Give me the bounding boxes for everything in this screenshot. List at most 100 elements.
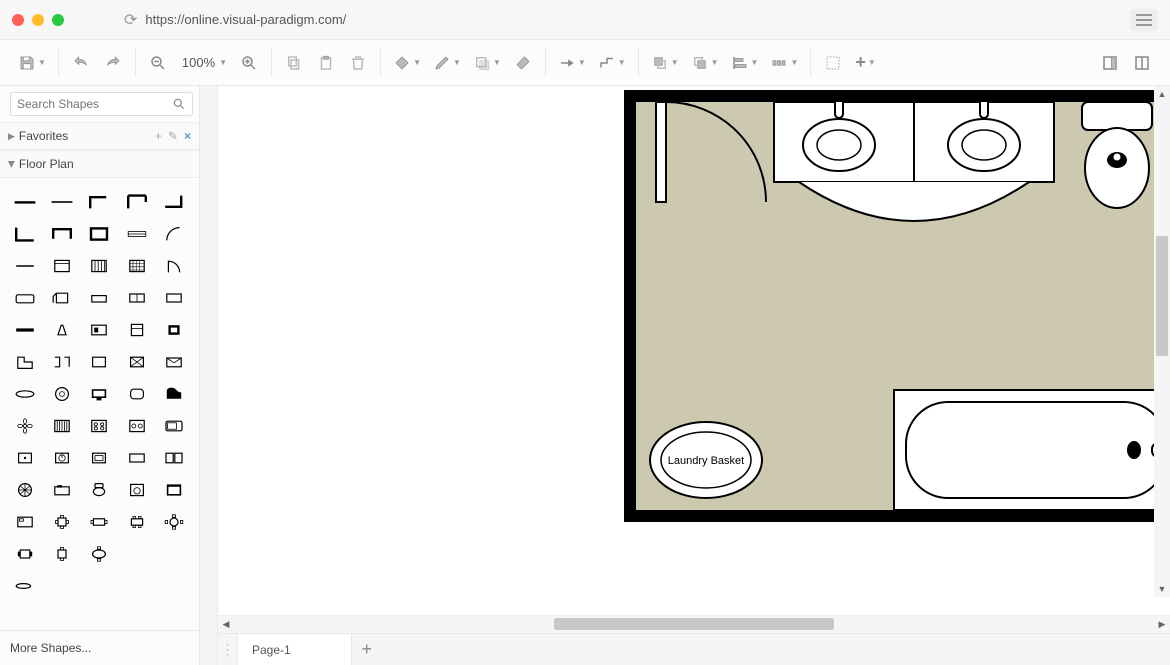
tabs-drag-handle[interactable]: ⋮ (218, 634, 238, 665)
shape-fan[interactable] (6, 474, 43, 506)
shape-bracket[interactable] (43, 346, 80, 378)
scroll-right-arrow[interactable]: ▶ (1154, 616, 1170, 633)
outline-panel-collapsed[interactable] (200, 86, 218, 665)
close-window-button[interactable] (12, 14, 24, 26)
line-color-button[interactable]: ▼ (429, 49, 465, 77)
delete-button[interactable] (344, 49, 372, 77)
shape-line[interactable] (6, 250, 43, 282)
vertical-scroll-thumb[interactable] (1156, 236, 1168, 356)
zoom-level-dropdown[interactable]: 100% ▼ (176, 49, 231, 77)
shape-oval-table[interactable] (81, 538, 118, 570)
shape-double[interactable] (156, 442, 193, 474)
scroll-down-arrow[interactable]: ▼ (1154, 581, 1170, 597)
search-shapes-field[interactable] (10, 92, 193, 116)
shape-extra2[interactable] (156, 538, 193, 570)
more-shapes-button[interactable]: More Shapes... (0, 630, 199, 665)
shape-monitor[interactable] (81, 378, 118, 410)
copy-button[interactable] (280, 49, 308, 77)
minimize-window-button[interactable] (32, 14, 44, 26)
shape-round-table[interactable] (43, 506, 80, 538)
shape-counter[interactable] (6, 314, 43, 346)
add-shape-button[interactable]: +▼ (851, 49, 879, 77)
shape-tv[interactable] (156, 282, 193, 314)
shape-cooktop[interactable] (81, 410, 118, 442)
waypoint-button[interactable]: ▼ (594, 49, 630, 77)
shape-x-box[interactable] (118, 346, 155, 378)
distribute-button[interactable]: ▼ (766, 49, 802, 77)
maximize-window-button[interactable] (52, 14, 64, 26)
shape-inset[interactable] (81, 442, 118, 474)
shape-target[interactable] (43, 378, 80, 410)
format-panel-toggle[interactable] (1096, 49, 1124, 77)
shape-panel[interactable] (43, 250, 80, 282)
vertical-scrollbar[interactable]: ▲ ▼ (1154, 86, 1170, 597)
close-favorites-button[interactable]: × (184, 129, 191, 143)
refresh-icon[interactable]: ⟳ (124, 10, 137, 30)
shape-chair[interactable] (43, 282, 80, 314)
horizontal-scroll-thumb[interactable] (554, 618, 834, 630)
shape-hex-table[interactable] (6, 538, 43, 570)
browser-menu-icon[interactable] (1130, 9, 1158, 31)
shape-wall-h-thin[interactable] (43, 186, 80, 218)
shape-oval[interactable] (6, 378, 43, 410)
shape-piano[interactable] (156, 378, 193, 410)
shape-corner-tl[interactable] (81, 186, 118, 218)
shape-desk-l[interactable] (6, 346, 43, 378)
shape-dials[interactable] (118, 410, 155, 442)
shape-lamp[interactable] (43, 314, 80, 346)
align-button[interactable]: ▼ (727, 49, 763, 77)
shape-card[interactable] (118, 442, 155, 474)
floorplan-drawing[interactable]: Laundry Basket (624, 90, 1170, 522)
shape-sofa[interactable] (6, 282, 43, 314)
floorplan-category-header[interactable]: ▶ Floor Plan (0, 150, 199, 178)
shadow-button[interactable]: ▼ (469, 49, 505, 77)
shape-toilet-icon[interactable] (81, 474, 118, 506)
redo-button[interactable] (99, 49, 127, 77)
outline-panel-toggle[interactable] (1128, 49, 1156, 77)
bathtub-shape[interactable] (894, 390, 1170, 510)
shape-tee[interactable] (43, 218, 80, 250)
to-back-button[interactable]: ▼ (687, 49, 723, 77)
page-tab-1[interactable]: Page-1 (238, 634, 352, 665)
grid-toggle-button[interactable] (819, 49, 847, 77)
shape-wall-u[interactable] (118, 186, 155, 218)
shape-bed[interactable] (6, 506, 43, 538)
horizontal-scrollbar[interactable]: ◀ ▶ (218, 615, 1170, 633)
scroll-up-arrow[interactable]: ▲ (1154, 86, 1170, 102)
zoom-in-button[interactable] (235, 49, 263, 77)
search-input[interactable] (17, 97, 172, 111)
shape-cabinet[interactable] (118, 282, 155, 314)
shape-window[interactable] (118, 218, 155, 250)
connector-style-button[interactable]: ▼ (554, 49, 590, 77)
shape-barcode[interactable] (43, 410, 80, 442)
shape-camera[interactable] (43, 474, 80, 506)
shape-door-arc[interactable] (156, 250, 193, 282)
shape-outlet[interactable] (6, 442, 43, 474)
shape-grille[interactable] (81, 250, 118, 282)
to-front-button[interactable]: ▼ (647, 49, 683, 77)
scroll-left-arrow[interactable]: ◀ (218, 616, 234, 633)
canvas-viewport[interactable]: Laundry Basket ▲ ▼ (218, 86, 1170, 615)
shape-box[interactable] (81, 346, 118, 378)
add-favorite-button[interactable]: + (155, 129, 162, 143)
shape-washer[interactable] (118, 474, 155, 506)
shape-stove[interactable] (81, 314, 118, 346)
shape-hatch[interactable] (118, 250, 155, 282)
shape-dining[interactable] (81, 506, 118, 538)
shape-round-dining[interactable] (156, 506, 193, 538)
url-bar[interactable] (145, 12, 1118, 27)
shape-microwave[interactable] (156, 410, 193, 442)
shape-switch[interactable] (43, 442, 80, 474)
shape-envelope[interactable] (156, 346, 193, 378)
shape-rounded[interactable] (118, 378, 155, 410)
favorites-category-header[interactable]: ▶ Favorites + ✎ × (0, 122, 199, 150)
edit-favorites-button[interactable]: ✎ (168, 129, 178, 143)
shape-frame[interactable] (81, 218, 118, 250)
shape-table[interactable] (81, 282, 118, 314)
shape-extra[interactable] (118, 538, 155, 570)
shape-dining-6[interactable] (118, 506, 155, 538)
add-page-button[interactable]: + (352, 634, 382, 665)
shape-fridge[interactable] (118, 314, 155, 346)
shape-dishwasher[interactable] (156, 474, 193, 506)
paste-button[interactable] (312, 49, 340, 77)
